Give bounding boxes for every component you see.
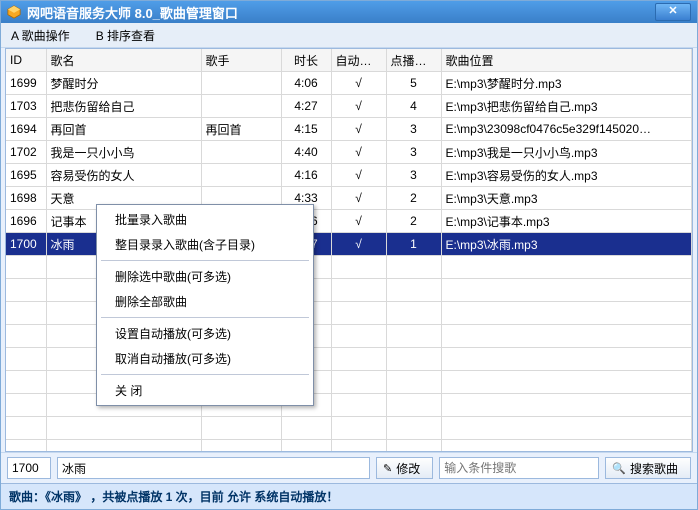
titlebar[interactable]: 网吧语音服务大师 8.0_歌曲管理窗口 ✕	[1, 1, 697, 23]
edit-button[interactable]: ✎ 修改	[376, 457, 433, 479]
search-input[interactable]	[439, 457, 599, 479]
table-row[interactable]	[6, 417, 692, 440]
col-loc[interactable]: 歌曲位置	[441, 49, 692, 72]
table-row[interactable]: 1694再回首再回首4:15√3E:\mp3\23098cf0476c5e329…	[6, 118, 692, 141]
col-id[interactable]: ID	[6, 49, 46, 72]
status-text: 歌曲：《冰雨》 ，共被点播放 1 次，目前 允许 系统自动播放！	[9, 490, 338, 504]
ctx-close[interactable]: 关 闭	[99, 378, 311, 403]
ctx-delete-all[interactable]: 删除全部歌曲	[99, 289, 311, 314]
id-field[interactable]	[7, 457, 51, 479]
table-container: ID 歌名 歌手 时长 自动播放 点播次数 歌曲位置 1699梦醒时分4:06√…	[5, 48, 693, 452]
col-auto[interactable]: 自动播放	[331, 49, 386, 72]
table-row[interactable]	[6, 440, 692, 453]
context-menu: 批量录入歌曲 整目录录入歌曲(含子目录) 删除选中歌曲(可多选) 删除全部歌曲 …	[96, 204, 314, 406]
status-bar: 歌曲：《冰雨》 ，共被点播放 1 次，目前 允许 系统自动播放！	[1, 483, 697, 509]
pencil-icon: ✎	[383, 462, 392, 475]
table-row[interactable]: 1695容易受伤的女人4:16√3E:\mp3\容易受伤的女人.mp3	[6, 164, 692, 187]
edit-button-label: 修改	[396, 460, 420, 477]
ctx-delete-selected[interactable]: 删除选中歌曲(可多选)	[99, 264, 311, 289]
window-title: 网吧语音服务大师 8.0_歌曲管理窗口	[27, 3, 238, 22]
ctx-set-auto[interactable]: 设置自动播放(可多选)	[99, 321, 311, 346]
menubar: A 歌曲操作 B 排序查看	[1, 23, 697, 48]
search-button[interactable]: 🔍 搜索歌曲	[605, 457, 691, 479]
table-row[interactable]: 1699梦醒时分4:06√5E:\mp3\梦醒时分.mp3	[6, 72, 692, 95]
ctx-dir-import[interactable]: 整目录录入歌曲(含子目录)	[99, 232, 311, 257]
bottom-bar: ✎ 修改 🔍 搜索歌曲	[1, 452, 697, 483]
table-row[interactable]: 1702我是一只小小鸟4:40√3E:\mp3\我是一只小小鸟.mp3	[6, 141, 692, 164]
col-singer[interactable]: 歌手	[201, 49, 281, 72]
menu-sort-view[interactable]: B 排序查看	[96, 27, 155, 44]
close-button[interactable]: ✕	[655, 3, 691, 21]
app-icon	[7, 5, 21, 19]
ctx-sep	[101, 374, 309, 375]
menu-song-ops[interactable]: A 歌曲操作	[11, 27, 70, 44]
ctx-batch-import[interactable]: 批量录入歌曲	[99, 207, 311, 232]
table-header-row[interactable]: ID 歌名 歌手 时长 自动播放 点播次数 歌曲位置	[6, 49, 692, 72]
col-dur[interactable]: 时长	[281, 49, 331, 72]
table-row[interactable]: 1703把悲伤留给自己4:27√4E:\mp3\把悲伤留给自己.mp3	[6, 95, 692, 118]
ctx-sep	[101, 317, 309, 318]
search-icon: 🔍	[612, 462, 626, 475]
col-plays[interactable]: 点播次数	[386, 49, 441, 72]
name-field[interactable]	[57, 457, 370, 479]
search-button-label: 搜索歌曲	[630, 460, 678, 477]
ctx-sep	[101, 260, 309, 261]
ctx-unset-auto[interactable]: 取消自动播放(可多选)	[99, 346, 311, 371]
col-name[interactable]: 歌名	[46, 49, 201, 72]
